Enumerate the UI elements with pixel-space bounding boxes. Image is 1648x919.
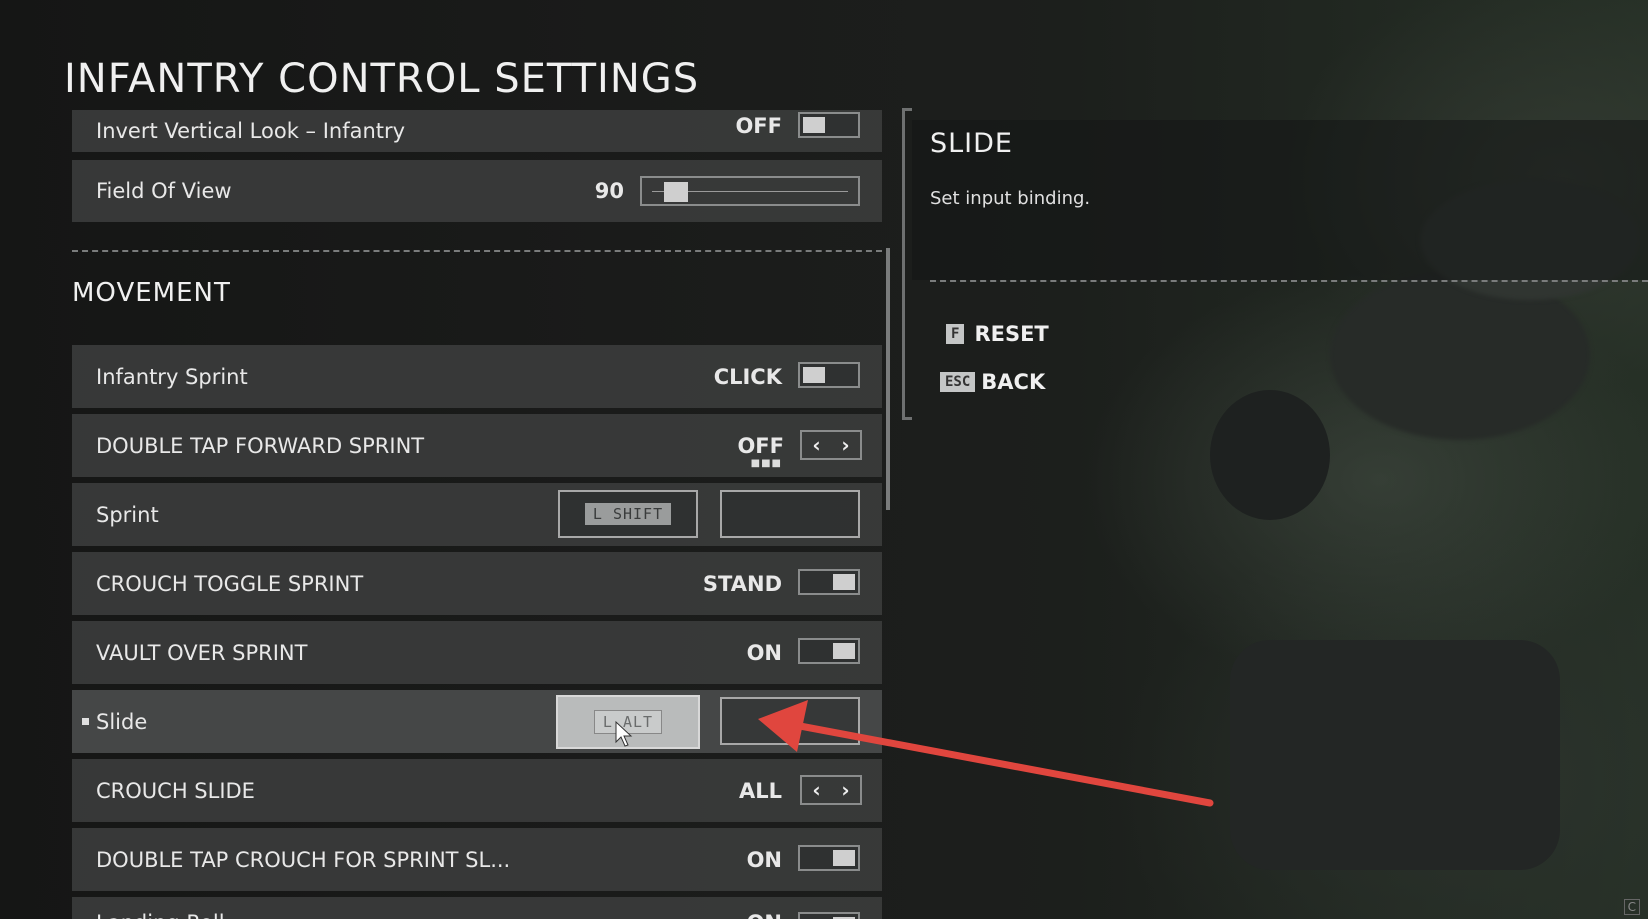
double-tap-crouch-toggle[interactable] [798,845,860,871]
double-tap-forward-sprint-arrows[interactable]: ‹ › [800,430,862,460]
sprint-primary-binding[interactable]: L SHIFT [558,490,698,538]
reset-label: RESET [974,322,1049,346]
setting-value: 90 [594,179,624,203]
setting-row-landing-roll[interactable]: Landing Roll ON [72,897,882,919]
setting-row-field-of-view[interactable]: Field Of View 90 [72,160,882,222]
reset-action[interactable]: F RESET [946,322,1049,346]
setting-label: CROUCH SLIDE [96,778,255,803]
crouch-slide-arrows[interactable]: ‹ › [800,775,862,805]
setting-row-sprint[interactable]: Sprint L SHIFT [72,483,882,546]
invert-look-toggle[interactable] [798,112,860,138]
setting-label: Infantry Sprint [96,364,248,389]
setting-row-double-tap-forward-sprint[interactable]: DOUBLE TAP FORWARD SPRINT OFF ■■■ ‹ › [72,414,882,477]
mouse-cursor-icon [615,720,633,747]
esc-key-icon: ESC [940,372,976,392]
section-divider [72,250,882,252]
field-of-view-slider[interactable] [640,176,860,206]
setting-row-crouch-slide[interactable]: CROUCH SLIDE ALL ‹ › [72,759,882,822]
setting-value: STAND [702,571,782,596]
info-panel-title: SLIDE [930,128,1013,159]
section-title-movement: MOVEMENT [72,278,231,308]
setting-label: VAULT OVER SPRINT [96,640,308,665]
chevron-left-icon[interactable]: ‹ [812,778,820,802]
chevron-right-icon[interactable]: › [841,778,849,802]
sprint-secondary-binding[interactable] [720,490,860,538]
settings-scrollbar[interactable] [886,248,890,510]
info-panel-description: Set input binding. [930,188,1091,209]
back-label: BACK [981,370,1046,394]
back-action[interactable]: ESC BACK [940,370,1045,394]
chevron-left-icon[interactable]: ‹ [812,433,820,457]
setting-label: Invert Vertical Look – Infantry [96,119,406,143]
page-title: INFANTRY CONTROL SETTINGS [64,56,700,102]
toggle-knob [833,643,855,659]
setting-label: Landing Roll [96,911,225,919]
setting-row-vault-over-sprint[interactable]: VAULT OVER SPRINT ON [72,621,882,684]
setting-label: DOUBLE TAP FORWARD SPRINT [96,433,425,458]
toggle-knob [803,117,825,133]
infantry-sprint-toggle[interactable] [798,362,860,388]
background-weapon [1230,640,1560,870]
panel-border-cap [902,108,912,111]
setting-value: ON [747,911,782,919]
setting-value: OFF [735,114,782,138]
panel-border [902,108,905,420]
toggle-knob [833,574,855,590]
setting-value: ON [746,640,782,665]
setting-row-double-tap-crouch[interactable]: DOUBLE TAP CROUCH FOR SPRINT SL... ON [72,828,882,891]
setting-value: CLICK [713,364,782,389]
setting-row-crouch-toggle-sprint[interactable]: CROUCH TOGGLE SPRINT STAND [72,552,882,615]
landing-roll-toggle[interactable] [798,912,860,919]
setting-label: Field Of View [96,179,232,203]
chevron-right-icon[interactable]: › [841,433,849,457]
toggle-knob [803,367,825,383]
setting-label: CROUCH TOGGLE SPRINT [96,571,364,596]
f-key-icon: F [946,324,965,344]
crouch-toggle-sprint-toggle[interactable] [798,569,860,595]
setting-value: ON [746,847,782,872]
vault-over-sprint-toggle[interactable] [798,638,860,664]
toggle-knob [833,850,855,866]
setting-label: Slide [96,709,148,734]
background-weapon-scope [1210,390,1330,520]
setting-label: DOUBLE TAP CROUCH FOR SPRINT SL... [96,847,511,872]
corner-key-icon: C [1623,899,1640,915]
slide-secondary-binding[interactable] [720,697,860,745]
setting-row-slide[interactable]: Slide L ALT [72,690,882,753]
setting-label: Sprint [96,502,159,527]
key-label: L SHIFT [584,503,672,525]
option-position-dots: ■■■ [750,458,782,469]
setting-row-invert-look[interactable]: Invert Vertical Look – Infantry OFF [72,110,882,152]
setting-value: ALL [738,778,782,803]
panel-border-cap [902,417,912,420]
slider-thumb[interactable] [664,182,688,202]
movement-list: Infantry Sprint CLICK DOUBLE TAP FORWARD… [72,345,882,919]
setting-row-infantry-sprint[interactable]: Infantry Sprint CLICK [72,345,882,408]
setting-value: OFF [737,433,784,458]
panel-divider [930,280,1648,282]
selected-indicator [82,718,89,725]
